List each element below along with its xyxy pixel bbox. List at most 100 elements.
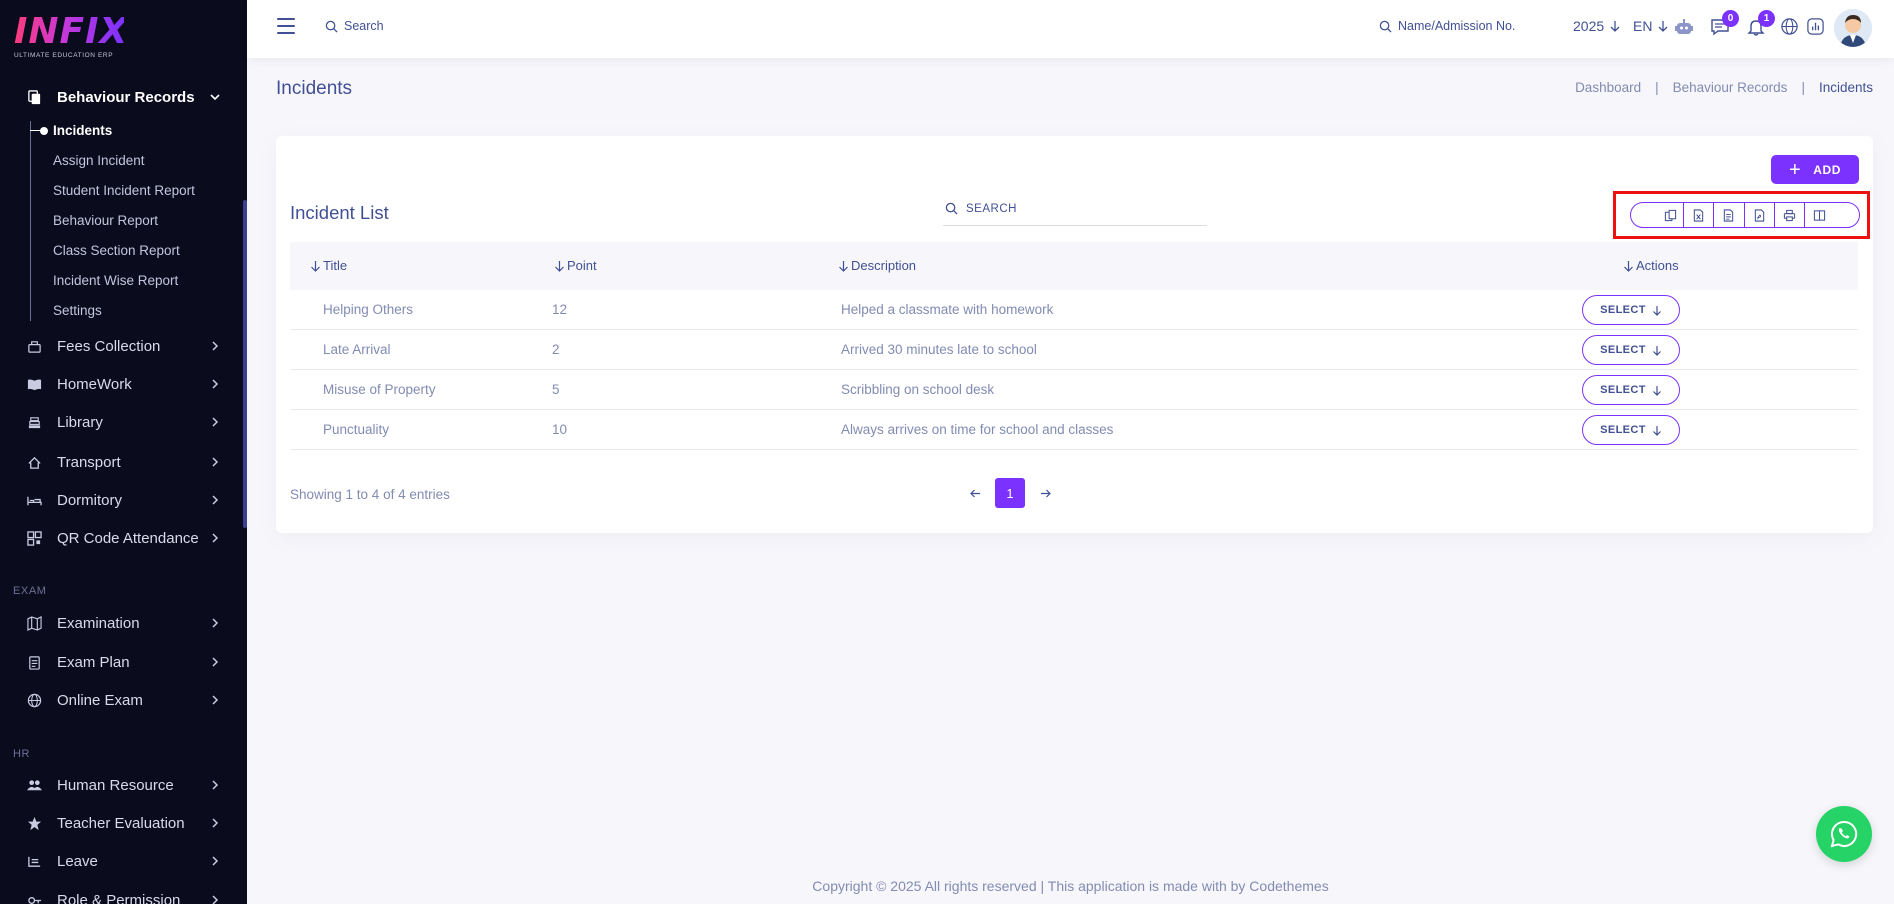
column-header-label: Point [567,258,597,273]
columns-icon [1813,209,1825,221]
language-value: EN [1633,18,1653,34]
sidebar-item-teacher-evaluation[interactable]: Teacher Evaluation [0,807,240,839]
search-icon [325,20,338,33]
incident-table: Title Point Description Actions Helping … [290,242,1858,450]
arrow-down-icon [1652,345,1661,356]
year-value: 2025 [1573,18,1605,34]
analytics-icon[interactable] [1806,17,1826,37]
sidebar-item-homework[interactable]: HomeWork [0,368,240,400]
table-search-input[interactable]: SEARCH [943,192,1207,226]
robot-icon[interactable] [1673,17,1693,37]
row-select-button[interactable]: SELECT [1582,335,1680,365]
user-avatar[interactable] [1834,9,1872,47]
cell-point: 5 [552,382,560,397]
sidebar-item-label: Behaviour Records [57,88,195,106]
sort-arrow-icon [1624,260,1633,272]
submenu-active-dot [40,127,48,135]
table-row: Late Arrival 2 Arrived 30 minutes late t… [290,330,1858,370]
column-header-description[interactable]: Description [838,258,916,273]
whatsapp-chat-button[interactable] [1816,806,1872,862]
sidebar-item-exam-plan[interactable]: Exam Plan [0,646,240,678]
sidebar-subitem-incidents[interactable]: Incidents [53,120,112,142]
select-label: SELECT [1600,424,1646,436]
sidebar-item-library[interactable]: Library [0,406,240,438]
copy-button[interactable] [1631,203,1685,227]
arrow-down-icon [1658,21,1668,32]
table-row: Misuse of Property 5 Scribbling on schoo… [290,370,1858,410]
sidebar-item-qr-code-attendance[interactable]: QR Code Attendance [0,522,240,554]
sidebar-item-online-exam[interactable]: Online Exam [0,684,240,716]
document-stack-icon [25,88,43,106]
chevron-right-icon [208,816,222,830]
pdf-button[interactable] [1745,203,1775,227]
sidebar-item-fees-collection[interactable]: Fees Collection [0,330,240,362]
sidebar-item-label: Library [57,413,103,431]
arrow-right-icon [1040,489,1051,497]
sidebar-item-label: Exam Plan [57,653,130,671]
chevron-right-icon [208,693,222,707]
sidebar-item-label: Teacher Evaluation [57,814,185,832]
notification-bell-icon[interactable]: 1 [1746,10,1775,37]
sidebar-subitem-settings[interactable]: Settings [53,300,102,322]
sidebar-item-transport[interactable]: Transport [0,446,240,478]
row-select-button[interactable]: SELECT [1582,375,1680,405]
sidebar-subitem-student-incident-report[interactable]: Student Incident Report [53,180,195,202]
next-page-button[interactable] [1030,478,1060,508]
csv-icon [1724,208,1734,222]
arrow-down-icon [1652,425,1661,436]
breadcrumb-dashboard[interactable]: Dashboard [1575,80,1641,95]
sidebar-subitem-incident-wise-report[interactable]: Incident Wise Report [53,270,178,292]
previous-page-button[interactable] [960,478,990,508]
table-row: Punctuality 10 Always arrives on time fo… [290,410,1858,450]
globe-icon [25,691,43,709]
breadcrumb: Dashboard | Behaviour Records | Incident… [1575,80,1873,95]
topbar: Search Name/Admission No. 2025 EN 0 1 [247,0,1894,58]
submenu-tree-line [30,121,31,321]
page-number-button[interactable]: 1 [995,478,1025,508]
sidebar-item-label: Leave [57,852,98,870]
sidebar-item-dormitory[interactable]: Dormitory [0,484,240,516]
year-select[interactable]: 2025 [1573,18,1621,34]
sidebar-item-human-resource[interactable]: Human Resource [0,769,240,801]
message-icon[interactable]: 0 [1710,10,1739,37]
language-select[interactable]: EN [1633,18,1669,34]
top-search[interactable]: Search [325,19,384,33]
row-select-button[interactable]: SELECT [1582,295,1680,325]
cell-description: Arrived 30 minutes late to school [841,342,1037,357]
excel-button[interactable] [1684,203,1715,227]
sidebar-item-leave[interactable]: Leave [0,845,240,877]
print-button[interactable] [1775,203,1805,227]
table-search-placeholder: SEARCH [966,202,1017,215]
column-visibility-button[interactable] [1805,203,1859,227]
entries-info: Showing 1 to 4 of 4 entries [290,487,450,502]
add-button[interactable]: + ADD [1771,155,1859,184]
row-select-button[interactable]: SELECT [1582,415,1680,445]
sidebar-item-role-permission[interactable]: Role & Permission [0,884,240,904]
sidebar-item-label: Role & Permission [57,891,181,904]
add-button-label: ADD [1813,162,1842,177]
menu-toggle-icon[interactable] [277,18,295,34]
column-header-point[interactable]: Point [554,258,597,273]
sidebar-subitem-class-section-report[interactable]: Class Section Report [53,240,180,262]
excel-icon [1694,208,1704,222]
sidebar-item-label: Human Resource [57,776,174,794]
admission-search[interactable]: Name/Admission No. [1379,19,1515,33]
sidebar-item-examination[interactable]: Examination [0,607,240,639]
globe-icon[interactable] [1780,17,1800,37]
logo[interactable]: INFIX ULTIMATE EDUCATION ERP [14,14,127,62]
column-header-label: Description [851,258,917,273]
csv-button[interactable] [1714,203,1745,227]
whatsapp-icon [1830,820,1858,848]
sidebar-item-behaviour-records[interactable]: Behaviour Records [0,81,240,113]
column-header-title[interactable]: Title [310,258,347,273]
breadcrumb-behaviour-records[interactable]: Behaviour Records [1673,80,1788,95]
sidebar-subitem-assign-incident[interactable]: Assign Incident [53,150,145,172]
sidebar-scrollbar[interactable] [243,200,247,528]
arrow-down-icon [1652,305,1661,316]
sidebar-subitem-behaviour-report[interactable]: Behaviour Report [53,210,158,232]
arrow-down-icon [1610,21,1620,32]
column-header-actions[interactable]: Actions [1623,258,1679,273]
top-search-placeholder: Search [344,19,384,33]
chevron-right-icon [208,493,222,507]
table-header: Title Point Description Actions [290,242,1858,290]
